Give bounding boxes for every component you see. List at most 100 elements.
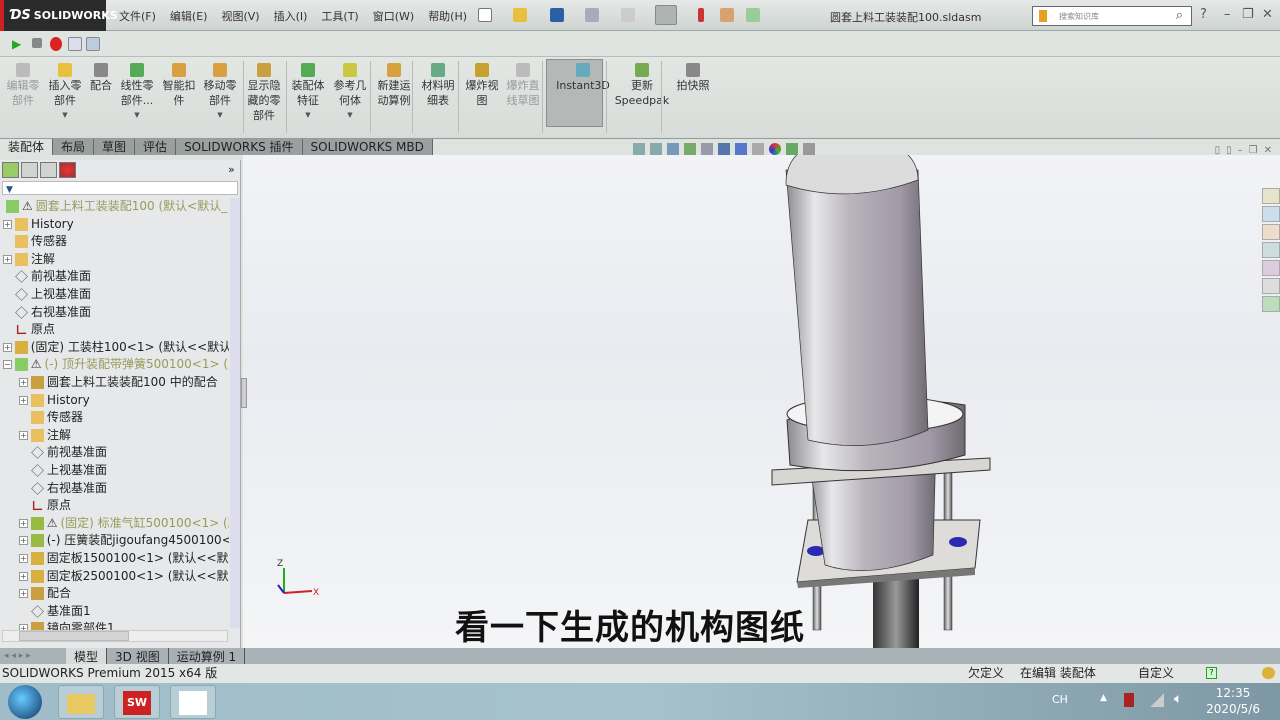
tree-filter[interactable]: ▼ bbox=[2, 181, 238, 195]
network-icon[interactable] bbox=[1150, 693, 1164, 707]
previous-view-icon[interactable] bbox=[667, 143, 679, 155]
tree-item[interactable]: + 固定板1500100<1> (默认<<默认 bbox=[19, 550, 229, 567]
tree-item[interactable]: + (-) 压簧装配jigoufang4500100< bbox=[19, 532, 229, 549]
command-tab[interactable]: 草图 bbox=[94, 139, 136, 155]
input-language[interactable]: CH bbox=[1052, 693, 1068, 706]
ribbon-button[interactable]: 新建运动算例 bbox=[373, 61, 415, 108]
expand-icon[interactable]: + bbox=[19, 554, 28, 563]
bottom-tab[interactable]: 模型 bbox=[66, 647, 108, 665]
tree-item[interactable]: + 圆套上料工装装配100 中的配合 bbox=[19, 374, 229, 391]
apply-scene-icon[interactable] bbox=[786, 143, 798, 155]
edit-appearance-icon[interactable] bbox=[769, 143, 781, 155]
property-manager-tab-icon[interactable] bbox=[21, 162, 38, 178]
expand-panel-icon[interactable]: » bbox=[228, 163, 235, 176]
tree-item[interactable]: + 注解 bbox=[19, 427, 229, 444]
section-view-icon[interactable] bbox=[684, 143, 696, 155]
panel-splitter-handle[interactable] bbox=[241, 378, 247, 408]
close-icon[interactable]: ✕ bbox=[1262, 7, 1273, 22]
menu-item[interactable]: 帮助(H) bbox=[421, 8, 474, 24]
tree-item[interactable]: + 注解 bbox=[3, 251, 229, 268]
taskbar-solidworks[interactable]: SW bbox=[114, 685, 160, 719]
expand-icon[interactable]: + bbox=[19, 571, 28, 581]
custom-properties-tab-icon[interactable] bbox=[1262, 278, 1280, 294]
tree-item[interactable]: ⚠ 圆套上料工装装配100 (默认<默认_! bbox=[3, 198, 229, 215]
solidworks-logo[interactable]: ƊS SOLIDWORKS bbox=[0, 0, 118, 31]
tree-item[interactable]: 原点 bbox=[19, 497, 229, 514]
tree-item[interactable]: 右视基准面 bbox=[3, 304, 229, 321]
ribbon-button[interactable]: 拍快照 bbox=[663, 61, 723, 93]
dynamic-annotation-icon[interactable] bbox=[701, 143, 713, 155]
view-palette-tab-icon[interactable] bbox=[1262, 242, 1280, 258]
viewport-minimize-icon[interactable]: – bbox=[1238, 145, 1243, 156]
ribbon-button[interactable]: 编辑零部件 bbox=[2, 61, 44, 108]
bottom-tab[interactable]: 运动算例 1 bbox=[168, 647, 246, 665]
system-clock[interactable]: 12:35 2020/5/6 bbox=[1206, 685, 1260, 717]
undo-icon[interactable] bbox=[621, 8, 635, 22]
tree-item[interactable]: 基准面1 bbox=[19, 603, 229, 620]
new-file-icon[interactable] bbox=[478, 8, 492, 22]
command-tab[interactable]: SOLIDWORKS MBD bbox=[302, 139, 433, 155]
help-icon[interactable]: ? bbox=[1200, 7, 1207, 22]
tree-item[interactable]: 上视基准面 bbox=[3, 286, 229, 303]
zoom-area-icon[interactable] bbox=[650, 143, 662, 155]
configuration-manager-tab-icon[interactable] bbox=[40, 162, 57, 178]
options-icon[interactable] bbox=[746, 8, 760, 22]
display-manager-tab-icon[interactable] bbox=[59, 162, 76, 178]
tree-item[interactable]: 传感器 bbox=[3, 233, 229, 250]
expand-icon[interactable]: + bbox=[3, 219, 12, 229]
edit-macro-icon[interactable] bbox=[86, 37, 100, 51]
power-icon[interactable] bbox=[1124, 693, 1134, 707]
menu-item[interactable]: 视图(V) bbox=[214, 8, 266, 24]
dropdown-arrow-icon[interactable]: ▼ bbox=[329, 108, 371, 123]
record-macro-icon[interactable] bbox=[50, 37, 62, 51]
ribbon-button[interactable]: Instant3D bbox=[553, 61, 613, 93]
command-tab[interactable]: 评估 bbox=[135, 139, 177, 155]
rebuild-status-icon[interactable] bbox=[1262, 667, 1275, 679]
tab-scroll-arrows[interactable]: ◂ ◂ ▸ ▸ bbox=[0, 651, 66, 661]
show-hidden-icons[interactable]: ▲ bbox=[1100, 693, 1107, 703]
new-macro-icon[interactable] bbox=[68, 37, 82, 51]
zoom-fit-icon[interactable] bbox=[633, 143, 645, 155]
menu-item[interactable]: 插入(I) bbox=[267, 8, 315, 24]
expand-icon[interactable]: + bbox=[19, 430, 28, 440]
design-library-tab-icon[interactable] bbox=[1262, 206, 1280, 222]
tree-item[interactable]: + 配合 bbox=[19, 585, 229, 602]
graphics-viewport[interactable]: Z X ▯ ▯ – ❐ ✕ bbox=[243, 137, 1280, 655]
forum-tab-icon[interactable] bbox=[1262, 296, 1280, 312]
dropdown-arrow-icon[interactable]: ▼ bbox=[116, 108, 158, 123]
tree-item[interactable]: + 固定板2500100<1> (默认<<默认 bbox=[19, 568, 229, 585]
expand-icon[interactable]: + bbox=[19, 378, 28, 387]
expand-icon[interactable]: + bbox=[3, 254, 12, 264]
tree-vertical-scrollbar[interactable] bbox=[230, 198, 240, 628]
tree-item[interactable]: + ⚠ (固定) 标准气缸500100<1> (默 bbox=[19, 515, 229, 532]
ribbon-button[interactable]: 参考几何体 ▼ bbox=[329, 61, 371, 123]
search-icon[interactable]: ⌕ bbox=[1176, 8, 1183, 23]
start-button[interactable] bbox=[8, 685, 42, 719]
dropdown-arrow-icon[interactable]: ▼ bbox=[199, 108, 241, 123]
expand-icon[interactable]: + bbox=[19, 589, 28, 599]
command-tab[interactable]: 布局 bbox=[53, 139, 95, 155]
expand-icon[interactable]: + bbox=[3, 342, 12, 352]
save-icon[interactable] bbox=[550, 8, 564, 22]
view-settings-icon[interactable] bbox=[803, 143, 815, 155]
viewport-restore-icon[interactable]: ❐ bbox=[1249, 145, 1258, 156]
print-icon[interactable] bbox=[585, 8, 599, 22]
minimize-icon[interactable]: – bbox=[1224, 7, 1231, 22]
file-explorer-tab-icon[interactable] bbox=[1262, 224, 1280, 240]
menu-item[interactable]: 编辑(E) bbox=[163, 8, 215, 24]
tree-item[interactable]: + (固定) 工装柱100<1> (默认<<默认 bbox=[3, 339, 229, 356]
volume-icon[interactable]: 🔈︎ bbox=[1174, 691, 1182, 707]
open-file-icon[interactable] bbox=[513, 8, 527, 22]
ribbon-button[interactable]: 移动零部件 ▼ bbox=[199, 61, 241, 123]
taskbar-drawing-app[interactable] bbox=[170, 685, 216, 719]
restore-icon[interactable]: ❐ bbox=[1242, 7, 1254, 22]
hide-show-items-icon[interactable] bbox=[752, 143, 764, 155]
menu-item[interactable]: 窗口(W) bbox=[366, 8, 421, 24]
tree-item[interactable]: + History bbox=[3, 216, 229, 233]
bottom-tab[interactable]: 3D 视图 bbox=[107, 647, 169, 665]
tree-item[interactable]: 右视基准面 bbox=[19, 480, 229, 497]
search-knowledge-input[interactable]: 搜索知识库 ⌕ bbox=[1032, 6, 1192, 26]
file-properties-icon[interactable] bbox=[720, 8, 734, 22]
tree-item[interactable]: 前视基准面 bbox=[19, 444, 229, 461]
ribbon-button[interactable]: 爆炸视图 bbox=[461, 61, 503, 108]
